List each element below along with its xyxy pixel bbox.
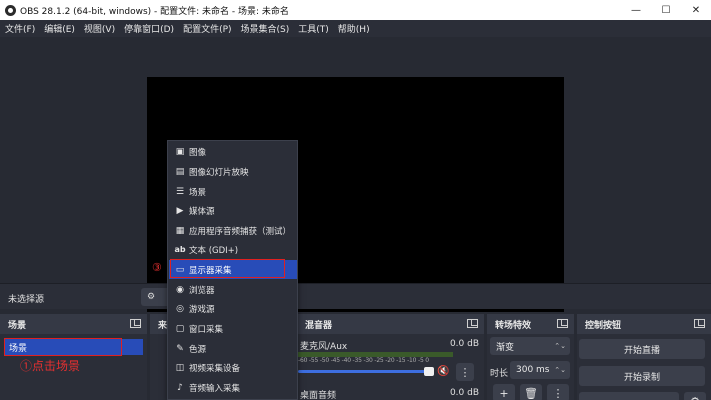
source-toolbar: 未选择源 ⚙ — [0, 283, 711, 309]
menu-edit[interactable]: 编辑(E) — [44, 22, 75, 35]
menu-item-scene[interactable]: ☰ 场景 — [169, 182, 297, 201]
menu-item-audio-input[interactable]: ♪ 音频输入采集 — [169, 378, 297, 397]
menu-item-app-audio[interactable]: ▦ 应用程序音频捕获（测试） — [169, 221, 297, 240]
menu-profile[interactable]: 配置文件(P) — [183, 22, 231, 35]
mic-volume-knob[interactable] — [424, 367, 434, 376]
speaker-muted-icon[interactable]: 🔇 — [437, 366, 449, 377]
start-recording-button[interactable]: 开始录制 — [579, 366, 705, 386]
duration-label: 时长 — [490, 369, 509, 379]
annotation-step3: ③ — [152, 261, 162, 274]
mixer-dock-header: 混音器 — [297, 314, 484, 334]
window-icon: ▢ — [175, 323, 185, 334]
duration-spinbox[interactable]: 300 ms ⌃⌄ — [510, 361, 570, 379]
controls-dock-title: 控制按钮 — [585, 320, 622, 331]
gear-icon: ⚙ — [147, 292, 156, 302]
menu-item-label: 图像幻灯片放映 — [189, 167, 249, 178]
menu-item-label: 色源 — [189, 344, 207, 355]
menu-item-label: 文本 (GDI+) — [189, 245, 239, 256]
menu-item-label: 浏览器 — [189, 285, 215, 296]
trash-icon: 🗑 — [524, 386, 538, 400]
scenes-dock-title: 场景 — [8, 320, 27, 331]
mixer-channel-desktop: 桌面音频 — [300, 391, 337, 400]
menu-docks[interactable]: 停靠窗口(D) — [124, 22, 174, 35]
controls-dock-header: 控制按钮 — [577, 314, 711, 334]
add-transition-button[interactable]: + — [493, 384, 515, 400]
slideshow-icon: ▤ — [175, 166, 185, 177]
menu-item-text-gdi[interactable]: ab 文本 (GDI+) — [169, 240, 297, 259]
text-icon: ab — [174, 245, 186, 254]
menu-item-slideshow[interactable]: ▤ 图像幻灯片放映 — [169, 162, 297, 181]
transitions-dock-title: 转场特效 — [495, 320, 532, 331]
app-audio-icon: ▦ — [175, 225, 185, 236]
close-button[interactable]: ✕ — [681, 0, 711, 20]
settings-button[interactable]: ⚙ — [684, 392, 706, 400]
sources-dock-title: 来 — [158, 320, 168, 331]
mixer-mic-db: 0.0 dB — [449, 339, 479, 349]
menu-item-window-capture[interactable]: ▢ 窗口采集 — [169, 319, 297, 338]
transition-type-select[interactable]: 渐变 ⌃⌄ — [490, 337, 570, 355]
chevron-updown-icon: ⌃⌄ — [554, 342, 566, 350]
window-controls: — ☐ ✕ — [621, 0, 711, 20]
start-streaming-button[interactable]: 开始直播 — [579, 339, 705, 359]
virtual-camera-button[interactable] — [579, 392, 679, 400]
paint-icon: ✎ — [176, 343, 184, 354]
mixer-dock-title: 混音器 — [305, 320, 333, 331]
title-bar: OBS 28.1.2 (64-bit, windows) - 配置文件: 未命名… — [0, 0, 711, 20]
menu-item-label: 媒体源 — [189, 206, 215, 217]
gamepad-icon: ◎ — [176, 303, 184, 314]
mixer-desktop-db: 0.0 dB — [449, 388, 479, 398]
menu-scene-collection[interactable]: 场景集合(S) — [241, 22, 290, 35]
menu-item-label: 音频输入采集 — [189, 383, 241, 394]
undock-icon[interactable] — [694, 319, 705, 328]
window-title: OBS 28.1.2 (64-bit, windows) - 配置文件: 未命名… — [20, 6, 289, 17]
remove-transition-button[interactable]: 🗑 — [520, 384, 542, 400]
list-icon: ☰ — [175, 186, 185, 197]
play-icon: ▶ — [176, 205, 184, 216]
annotation-box-display-capture — [170, 259, 285, 278]
menu-file[interactable]: 文件(F) — [5, 22, 35, 35]
transition-menu-button[interactable]: ⋮ — [547, 384, 569, 400]
globe-icon: ◉ — [176, 284, 184, 295]
menu-item-browser[interactable]: ◉ 浏览器 — [169, 280, 297, 299]
undock-icon[interactable] — [130, 319, 141, 328]
menu-item-color-source[interactable]: ✎ 色源 — [169, 339, 297, 358]
minimize-button[interactable]: — — [621, 0, 651, 20]
preview-area — [0, 37, 711, 312]
menu-item-image[interactable]: ▣ 图像 — [169, 142, 297, 161]
menu-item-label: 游戏源 — [189, 304, 215, 315]
maximize-button[interactable]: ☐ — [651, 0, 681, 20]
duration-value: 300 ms — [516, 365, 550, 375]
menu-help[interactable]: 帮助(H) — [338, 22, 370, 35]
menu-item-media-source[interactable]: ▶ 媒体源 — [169, 201, 297, 220]
menu-item-label: 图像 — [189, 147, 207, 158]
menu-tools[interactable]: 工具(T) — [298, 22, 329, 35]
microphone-icon: ♪ — [177, 382, 183, 393]
mic-volume-slider[interactable] — [298, 370, 431, 373]
image-icon: ▣ — [175, 146, 185, 157]
annotation-step1: ①点击场景 — [20, 359, 81, 373]
menu-item-label: 应用程序音频捕获（测试） — [189, 226, 292, 237]
scenes-dock-header: 场景 — [0, 314, 147, 334]
camera-icon: ◫ — [175, 362, 185, 373]
mixer-channel-mic: 麦克风/Aux — [300, 342, 348, 352]
no-source-label: 未选择源 — [8, 295, 45, 305]
menu-item-video-capture[interactable]: ◫ 视频采集设备 — [169, 358, 297, 377]
undock-icon[interactable] — [467, 319, 478, 328]
transition-type-value: 渐变 — [496, 342, 515, 353]
transitions-dock-header: 转场特效 — [487, 314, 574, 334]
meter-scale: -60 -55 -50 -45 -40 -35 -30 -25 -20 -15 … — [298, 357, 429, 364]
chevron-updown-icon: ⌃⌄ — [554, 366, 566, 374]
menu-item-game-capture[interactable]: ◎ 游戏源 — [169, 299, 297, 318]
menu-item-label: 场景 — [189, 187, 207, 198]
undock-icon[interactable] — [557, 319, 568, 328]
mic-menu-button[interactable]: ⋮ — [456, 363, 474, 381]
menu-view[interactable]: 视图(V) — [84, 22, 115, 35]
menu-item-label: 视频采集设备 — [189, 363, 241, 374]
annotation-box-scene — [4, 338, 122, 356]
menu-item-label: 窗口采集 — [189, 324, 224, 335]
menu-bar: 文件(F) 编辑(E) 视图(V) 停靠窗口(D) 配置文件(P) 场景集合(S… — [0, 20, 711, 37]
obs-logo-icon — [5, 4, 16, 16]
